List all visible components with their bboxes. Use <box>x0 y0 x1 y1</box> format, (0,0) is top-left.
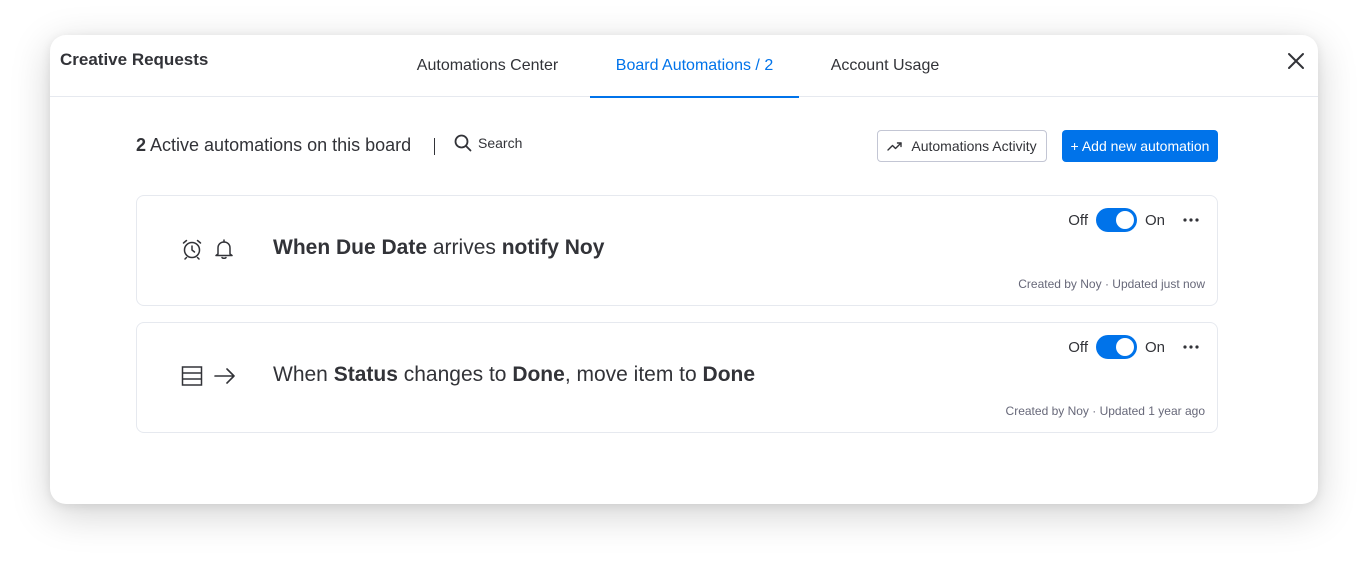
recipe-part: When <box>273 363 334 386</box>
toggle-off-label: Off <box>1068 338 1088 356</box>
board-title: Creative Requests <box>60 50 209 69</box>
search-icon <box>454 134 472 152</box>
toggle-off-label: Off <box>1068 211 1088 229</box>
toggle-knob <box>1115 338 1134 356</box>
automation-toggle[interactable] <box>1095 335 1137 359</box>
alarm-clock-icon <box>182 239 202 260</box>
automation-toggle[interactable] <box>1095 208 1137 232</box>
close-button[interactable] <box>1284 49 1308 73</box>
active-count: 2 <box>136 135 147 155</box>
close-icon <box>1288 53 1304 69</box>
recipe-part: changes to <box>397 363 513 386</box>
more-options-button[interactable] <box>1179 208 1203 232</box>
tab-label: Account Usage <box>830 57 940 74</box>
automation-icons <box>181 365 237 387</box>
add-new-automation-button[interactable]: + Add new automation <box>1062 130 1218 162</box>
more-options-button[interactable] <box>1179 335 1203 359</box>
automation-recipe[interactable]: When Status changes to Done, move item t… <box>273 363 755 387</box>
recipe-part: arrives <box>427 236 502 259</box>
toggle-knob <box>1115 211 1134 229</box>
automation-recipe[interactable]: When Due Date arrives notify Noy <box>273 236 604 260</box>
automations-activity-button[interactable]: Automations Activity <box>877 130 1047 162</box>
automation-card[interactable]: When Status changes to Done, move item t… <box>136 322 1218 433</box>
arrow-right-icon <box>214 368 235 384</box>
search-button[interactable]: Search <box>454 134 522 152</box>
recipe-part: When <box>273 236 336 259</box>
automations-modal: Creative Requests Automations Center Boa… <box>50 35 1318 504</box>
toggle-on-label: On <box>1144 211 1165 229</box>
active-automations-summary: 2 Active automations on this board <box>136 135 411 156</box>
trend-icon <box>887 142 903 151</box>
more-horizontal-icon <box>1183 218 1199 222</box>
recipe-trigger-column[interactable]: Due Date <box>336 236 427 259</box>
more-horizontal-icon <box>1183 345 1199 349</box>
recipe-trigger-column[interactable]: Status <box>334 363 398 386</box>
automation-meta: Created by Noy · Updated 1 year ago <box>1005 404 1205 418</box>
recipe-action[interactable]: notify Noy <box>502 236 605 259</box>
automation-meta: Created by Noy · Updated just now <box>1018 277 1205 291</box>
automation-card[interactable]: When Due Date arrives notify Noy Off On … <box>136 195 1218 306</box>
tab-account-usage[interactable]: Account Usage <box>810 35 960 97</box>
toolbar-divider <box>434 138 435 155</box>
tab-board-automations[interactable]: Board Automations / 2 <box>590 35 799 98</box>
tab-label: Automations Center <box>416 57 559 74</box>
toggle-on-label: On <box>1144 338 1165 356</box>
activity-label: Automations Activity <box>911 138 1037 154</box>
recipe-trigger-value[interactable]: Done <box>512 363 565 386</box>
bell-icon <box>215 239 233 259</box>
status-column-icon <box>181 366 203 386</box>
search-label: Search <box>478 135 523 151</box>
recipe-part: , move item to <box>564 363 703 386</box>
modal-header: Creative Requests Automations Center Boa… <box>50 35 1318 98</box>
automation-toggle-group: Off On <box>1068 335 1165 359</box>
tab-label: Board Automations / 2 <box>615 57 774 74</box>
automation-icons <box>181 238 235 260</box>
recipe-target-group[interactable]: Done <box>703 363 756 386</box>
automation-toggle-group: Off On <box>1068 208 1165 232</box>
tab-automations-center[interactable]: Automations Center <box>390 35 585 97</box>
active-label: Active automations on this board <box>150 135 412 155</box>
automations-toolbar: 2 Active automations on this board Searc… <box>136 130 1218 162</box>
